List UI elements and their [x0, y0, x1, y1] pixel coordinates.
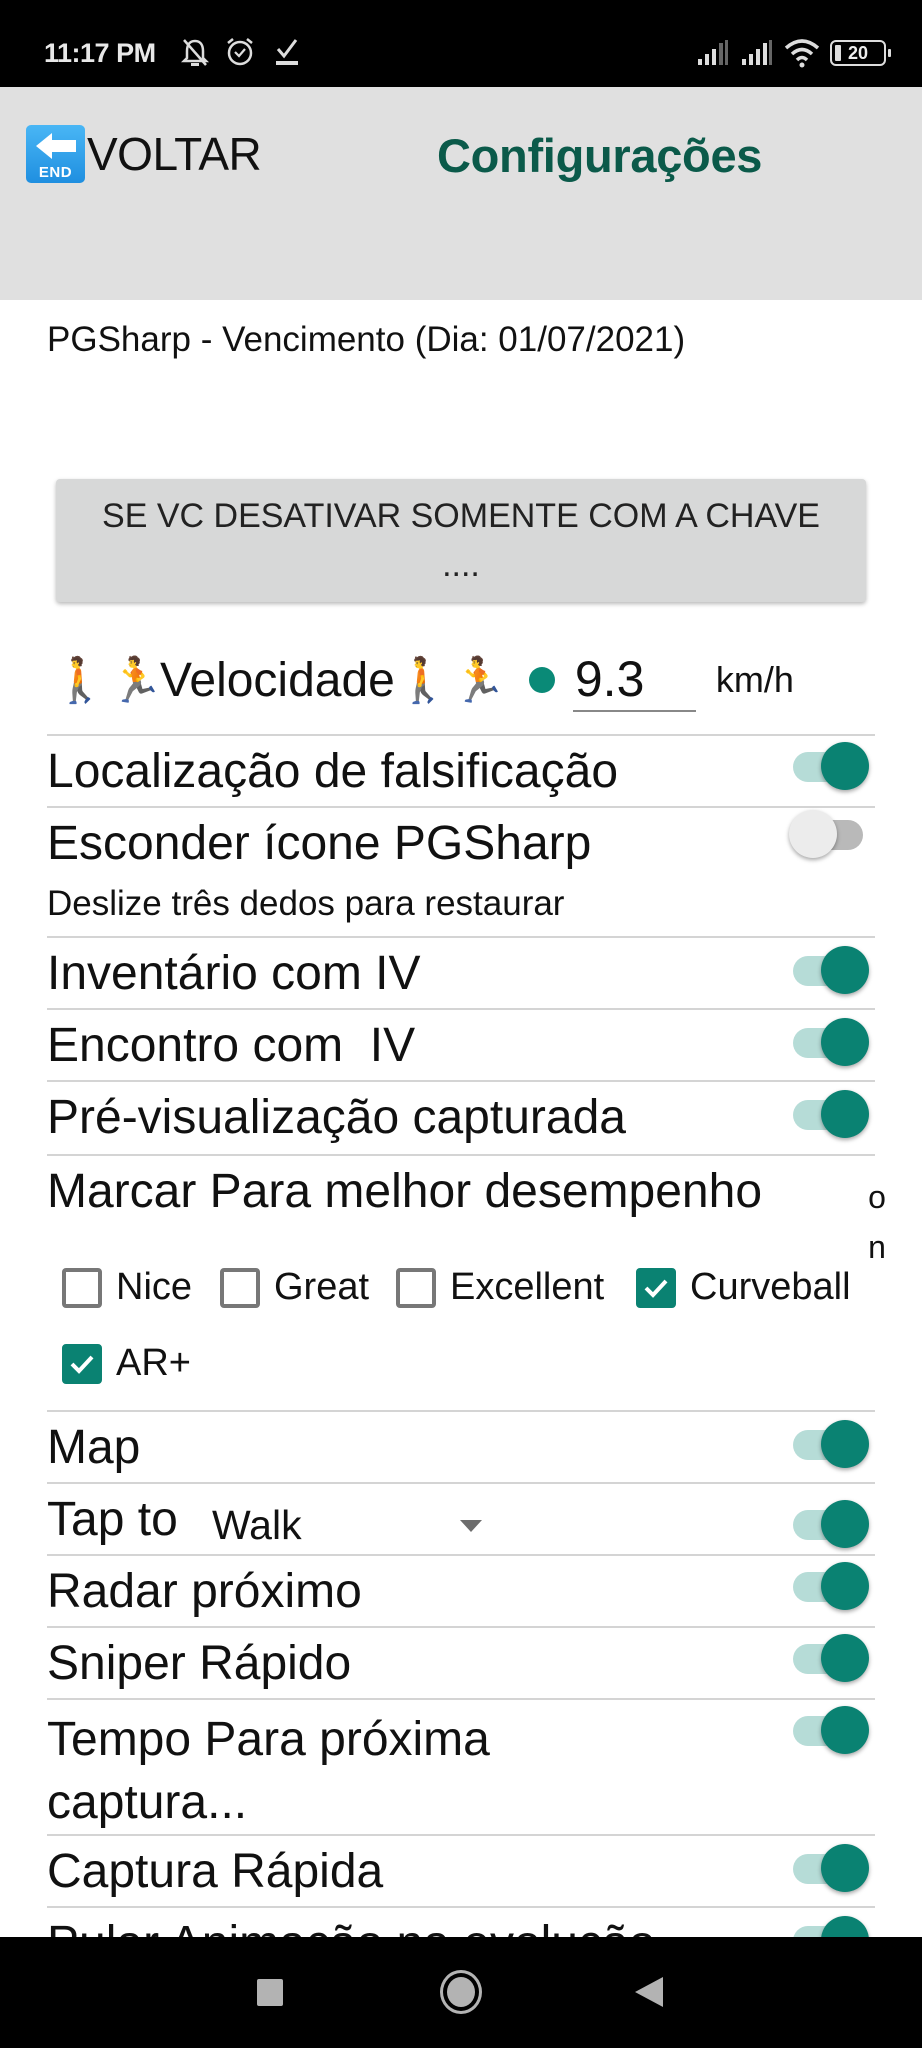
signal-2-icon: [742, 40, 772, 65]
setting-row-encounter-iv: Encontro com IV: [47, 1008, 875, 1080]
setting-label: Inventário com IV: [47, 947, 421, 1000]
speed-row: 🚶 🏃 Velocidade 🚶 🏃 km/h: [52, 640, 882, 720]
walking-person-icon: 🚶: [52, 656, 108, 705]
speed-unit: km/h: [715, 659, 794, 700]
app-header: [0, 87, 922, 300]
map-toggle[interactable]: [789, 1416, 869, 1472]
walking-person-icon: 🚶: [395, 656, 451, 705]
tap-to-walk-toggle[interactable]: [789, 1496, 869, 1552]
checkbox-nice[interactable]: Nice: [62, 1266, 192, 1309]
settings-content[interactable]: PGSharp - Vencimento (Dia: 01/07/2021) S…: [0, 300, 922, 1937]
check-icon: [70, 1355, 94, 1374]
checkbox-curveball[interactable]: Curveball: [636, 1266, 851, 1309]
encounter-iv-toggle[interactable]: [789, 1014, 869, 1070]
speed-indicator-dot: [528, 667, 555, 693]
setting-label: Pré-visualização capturada: [47, 1091, 626, 1144]
setting-label: Encontro com IV: [47, 1019, 416, 1072]
setting-row-hide-icon: Esconder ícone PGSharp Deslize três dedo…: [47, 806, 875, 936]
setting-row-tap-to: Tap to Walk: [47, 1482, 875, 1554]
dropdown-value: Walk: [212, 1502, 302, 1548]
status-time: 11:17 PM: [44, 38, 156, 68]
setting-row-capture-preview: Pré-visualização capturada: [47, 1080, 875, 1154]
signal-1-icon: [698, 40, 728, 65]
wifi-icon: [784, 39, 820, 68]
next-catch-timer-toggle[interactable]: [789, 1702, 869, 1758]
setting-label: Marcar Para melhor desempenho: [47, 1165, 763, 1218]
muted-bell-icon: [180, 39, 210, 66]
back-button[interactable]: END VOLTAR: [26, 125, 262, 183]
setting-sublabel: Deslize três dedos para restaurar: [47, 884, 565, 923]
nearby-radar-toggle[interactable]: [789, 1558, 869, 1614]
expiry-text: PGSharp - Vencimento (Dia: 01/07/2021): [47, 320, 686, 359]
vertical-text: o n: [868, 1179, 886, 1265]
setting-label: Radar próximo: [47, 1565, 362, 1618]
back-nav-button[interactable]: [635, 1977, 663, 2007]
capture-preview-toggle[interactable]: [789, 1086, 869, 1142]
setting-row-quick-sniper: Sniper Rápido: [47, 1626, 875, 1698]
hide-icon-toggle[interactable]: [789, 806, 869, 862]
inventory-iv-toggle[interactable]: [789, 942, 869, 998]
setting-label: Captura Rápida: [47, 1845, 384, 1898]
battery-level: 20: [847, 42, 869, 63]
setting-row-map: Map: [47, 1410, 875, 1482]
alarm-clock-icon: [227, 38, 253, 66]
running-person-icon: 🏃: [108, 656, 164, 705]
dropdown-caret-icon: [460, 1520, 482, 1532]
status-bar: 11:17 PM 20: [0, 0, 922, 87]
setting-label: Esconder ícone PGSharp: [47, 817, 592, 870]
setting-label: Sniper Rápido: [47, 1637, 352, 1690]
tap-mode-dropdown[interactable]: Walk: [212, 1496, 482, 1552]
setting-label: Pular Animação na evolução: [47, 1916, 655, 1937]
setting-label: Map: [47, 1421, 141, 1474]
speed-label: Velocidade: [160, 653, 395, 707]
setting-row-next-catch-timer: Tempo Para próxima captura...: [47, 1698, 875, 1834]
skip-animation-toggle[interactable]: [789, 1912, 869, 1937]
page-title: Configurações: [437, 129, 763, 182]
setting-row-nearby-radar: Radar próximo: [47, 1554, 875, 1626]
checkbox-great[interactable]: Great: [220, 1266, 369, 1309]
setting-row-skip-animation: Pular Animação na evolução: [47, 1906, 875, 1937]
setting-row-quick-catch: Captura Rápida: [47, 1834, 875, 1906]
home-button[interactable]: [440, 1970, 482, 2014]
end-arrow-icon: END: [26, 125, 85, 183]
setting-label: Tempo Para próxima captura...: [47, 1713, 490, 1829]
download-done-icon: [276, 39, 298, 65]
setting-row-fake-location: Localização de falsificação: [47, 734, 875, 806]
deactivate-key-button[interactable]: SE VC DESATIVAR SOMENTE COM A CHAVE ....: [56, 479, 866, 602]
check-icon: [644, 1279, 668, 1298]
battery-icon: 20: [830, 40, 891, 66]
setting-row-inventory-iv: Inventário com IV: [47, 936, 875, 1008]
fake-location-toggle[interactable]: [789, 738, 869, 794]
recent-apps-button[interactable]: [257, 1979, 283, 2006]
checkbox-excellent[interactable]: Excellent: [396, 1266, 604, 1309]
checkbox-ar-plus[interactable]: AR+: [62, 1342, 191, 1385]
navigation-bar: [0, 1937, 922, 2048]
quick-sniper-toggle[interactable]: [789, 1630, 869, 1686]
setting-label: Tap to: [47, 1493, 178, 1546]
back-label: VOLTAR: [87, 128, 262, 180]
speed-input[interactable]: [572, 648, 696, 712]
quick-catch-toggle[interactable]: [789, 1840, 869, 1896]
running-person-icon: 🏃: [451, 656, 507, 705]
setting-label: Localização de falsificação: [47, 745, 619, 798]
